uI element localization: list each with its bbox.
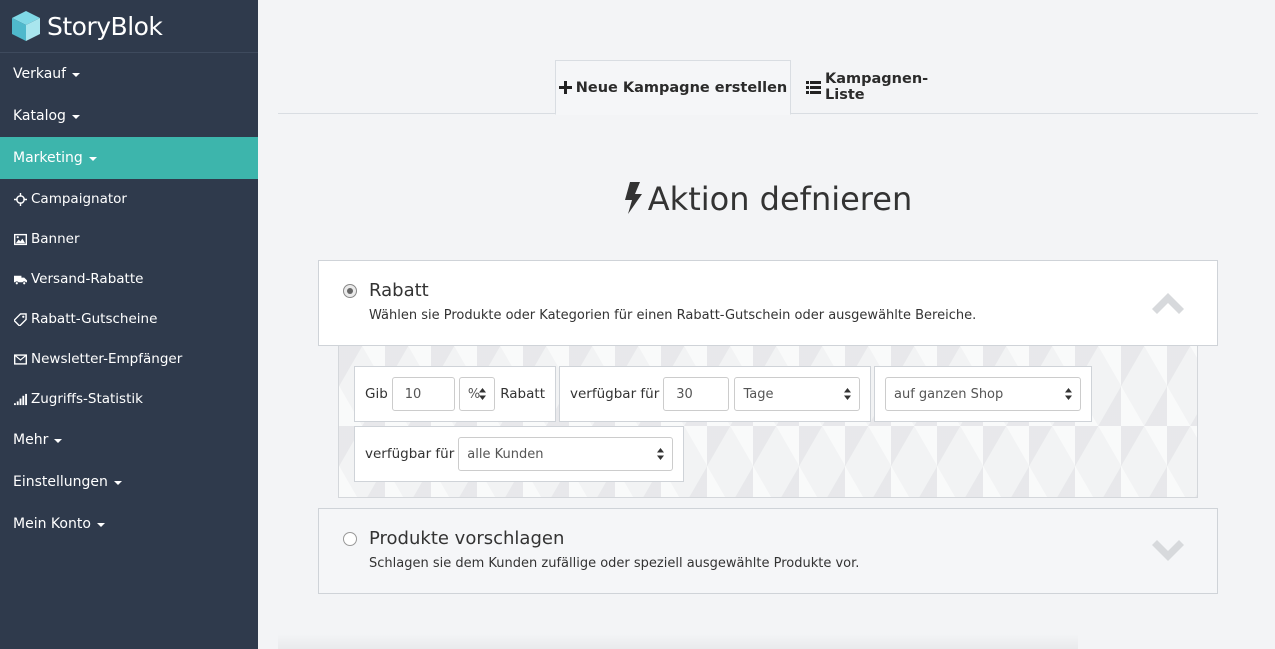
panel-description: Wählen sie Produkte oder Kategorien für …: [369, 308, 977, 323]
discount-unit-select[interactable]: %: [458, 377, 496, 411]
sidebar-item-versand-rabatte[interactable]: Versand-Rabatte: [0, 259, 258, 299]
cube-icon: [12, 11, 40, 41]
crosshair-icon: [13, 192, 28, 206]
tag-icon: [13, 312, 28, 326]
tab-label: Neue Kampagne erstellen: [575, 79, 788, 96]
sidebar-item-einstellungen[interactable]: Einstellungen: [0, 461, 258, 503]
footer-shadow: [278, 634, 1078, 649]
list-icon: [806, 80, 821, 94]
tab-bar: Neue Kampagne erstellen Kampagnen-Liste: [278, 60, 1258, 115]
duration-value-input[interactable]: 30: [663, 377, 730, 411]
page-title-text: Aktion defnieren: [647, 180, 913, 218]
scope-select[interactable]: auf ganzen Shop: [885, 377, 1081, 411]
select-arrows-icon: [479, 388, 487, 400]
discount-value-input[interactable]: 10: [391, 377, 455, 411]
duration-label: verfügbar für: [570, 386, 660, 402]
sidebar-item-verkauf[interactable]: Verkauf: [0, 53, 258, 95]
duration-unit-select[interactable]: Tage: [734, 377, 860, 411]
rabatt-options: Gib 10 % Rabatt verfügbar für 30 Tage au…: [338, 346, 1198, 498]
duration-unit-value: Tage: [743, 386, 774, 402]
sidebar-item-label: Mein Konto: [13, 516, 91, 532]
chevron-up-icon[interactable]: [1149, 289, 1187, 317]
sidebar-item-mein-konto[interactable]: Mein Konto: [0, 503, 258, 545]
sidebar-item-label: Zugriffs-Statistik: [31, 391, 143, 407]
sidebar-item-zugriffs-statistik[interactable]: Zugriffs-Statistik: [0, 379, 258, 419]
radio-rabatt[interactable]: [343, 284, 357, 298]
panel-title: Rabatt: [369, 280, 429, 301]
select-arrows-icon: [844, 388, 851, 400]
sidebar-item-label: Katalog: [13, 108, 66, 124]
caret-down-icon: [88, 157, 97, 161]
brand-name: StoryBlok: [47, 11, 163, 41]
audience-label: verfügbar für: [365, 446, 455, 462]
scope-group: auf ganzen Shop: [874, 366, 1092, 422]
tab-kampagnen-liste[interactable]: Kampagnen-Liste: [806, 60, 966, 114]
caret-down-icon: [72, 73, 81, 77]
page-title: Aktion defnieren: [278, 180, 1258, 222]
sidebar-item-label: Versand-Rabatte: [31, 271, 144, 287]
panel-description: Schlagen sie dem Kunden zufällige oder s…: [369, 556, 860, 571]
sidebar: StoryBlok Verkauf Katalog Marketing Camp…: [0, 0, 258, 649]
discount-group: Gib 10 % Rabatt: [354, 366, 556, 422]
sidebar-item-rabatt-gutscheine[interactable]: Rabatt-Gutscheine: [0, 299, 258, 339]
sidebar-item-mehr[interactable]: Mehr: [0, 419, 258, 461]
bolt-icon: [624, 182, 642, 222]
select-arrows-icon: [657, 448, 664, 460]
caret-down-icon: [71, 115, 80, 119]
sidebar-item-label: Marketing: [13, 150, 83, 166]
chevron-down-icon[interactable]: [1149, 537, 1187, 565]
sidebar-item-marketing[interactable]: Marketing: [0, 137, 258, 179]
option-panel-rabatt[interactable]: Rabatt Wählen sie Produkte oder Kategori…: [318, 260, 1218, 346]
radio-produkte[interactable]: [343, 532, 357, 546]
sidebar-item-label: Banner: [31, 231, 80, 247]
discount-prefix-label: Gib: [365, 386, 388, 402]
panel-title: Produkte vorschlagen: [369, 528, 565, 549]
audience-group: verfügbar für alle Kunden: [354, 426, 684, 482]
caret-down-icon: [113, 481, 122, 485]
brand[interactable]: StoryBlok: [0, 0, 258, 53]
caret-down-icon: [96, 523, 105, 527]
audience-value: alle Kunden: [467, 446, 544, 462]
sidebar-item-label: Mehr: [13, 432, 49, 448]
envelope-icon: [13, 352, 28, 366]
sidebar-item-label: Verkauf: [13, 66, 67, 82]
select-arrows-icon: [1065, 388, 1072, 400]
plus-icon: [558, 81, 572, 94]
image-icon: [13, 232, 28, 246]
discount-suffix-label: Rabatt: [500, 386, 545, 402]
sidebar-item-label: Einstellungen: [13, 474, 108, 490]
sidebar-item-campaignator[interactable]: Campaignator: [0, 179, 258, 219]
sidebar-item-banner[interactable]: Banner: [0, 219, 258, 259]
duration-group: verfügbar für 30 Tage: [559, 366, 871, 422]
truck-icon: [13, 272, 28, 286]
audience-select[interactable]: alle Kunden: [458, 437, 673, 471]
caret-down-icon: [54, 439, 63, 443]
tab-label: Kampagnen-Liste: [825, 71, 929, 103]
scope-value: auf ganzen Shop: [894, 386, 1004, 402]
sidebar-item-label: Rabatt-Gutscheine: [31, 311, 158, 327]
option-panel-produkte[interactable]: Produkte vorschlagen Schlagen sie dem Ku…: [318, 508, 1218, 594]
sidebar-item-katalog[interactable]: Katalog: [0, 95, 258, 137]
tab-neue-kampagne[interactable]: Neue Kampagne erstellen: [555, 60, 791, 115]
signal-icon: [13, 392, 28, 406]
sidebar-item-label: Campaignator: [31, 191, 127, 207]
sidebar-item-label: Newsletter-Empfänger: [31, 351, 183, 367]
sidebar-item-newsletter[interactable]: Newsletter-Empfänger: [0, 339, 258, 379]
